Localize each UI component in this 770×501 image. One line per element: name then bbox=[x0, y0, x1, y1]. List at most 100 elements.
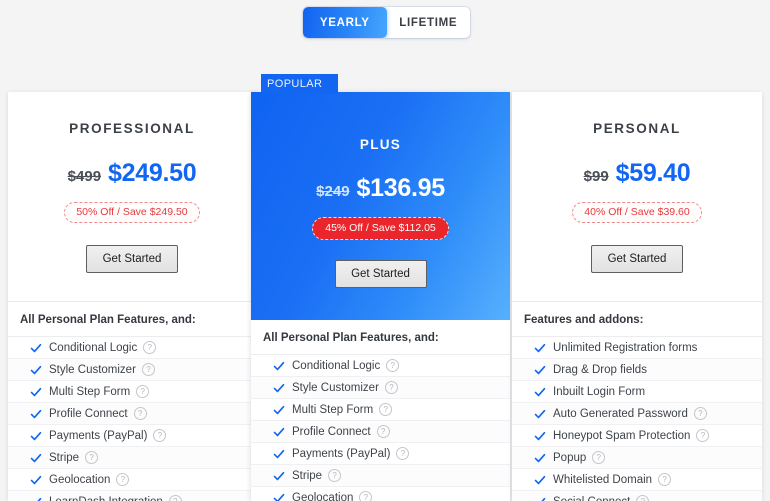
help-icon[interactable]: ? bbox=[396, 447, 410, 460]
plan-price-plus: $249 $136.95 bbox=[251, 174, 510, 203]
help-icon[interactable]: ? bbox=[592, 451, 606, 464]
save-badge-plus: 45% Off / Save $112.05 bbox=[312, 217, 449, 240]
check-icon bbox=[540, 497, 546, 501]
help-icon[interactable]: ? bbox=[696, 429, 710, 442]
price-original-plus: $249 bbox=[316, 183, 350, 200]
features-list-plus: Conditional Logic? Style Customizer? Multi… bbox=[251, 355, 510, 501]
check-icon bbox=[273, 361, 285, 370]
check-icon bbox=[273, 427, 285, 436]
price-current-plus: $136.95 bbox=[356, 174, 446, 202]
feature-row: Drag & Drop fields bbox=[512, 359, 762, 381]
feature-row: Payments (PayPal)? bbox=[251, 443, 510, 465]
billing-period-toggle[interactable]: YEARLY LIFETIME bbox=[303, 7, 470, 38]
feature-label: Multi Step Form bbox=[292, 403, 374, 416]
tab-yearly[interactable]: YEARLY bbox=[303, 7, 387, 38]
feature-row: Popup? bbox=[512, 447, 762, 469]
check-icon bbox=[30, 365, 42, 374]
help-icon[interactable]: ? bbox=[379, 403, 393, 416]
check-icon bbox=[534, 475, 546, 484]
feature-label: Payments (PayPal) bbox=[49, 429, 148, 442]
help-icon[interactable]: ? bbox=[153, 429, 167, 442]
plan-price-professional: $499 $249.50 bbox=[8, 159, 256, 188]
save-badge-professional: 50% Off / Save $249.50 bbox=[64, 202, 200, 223]
plan-header-plus: PLUS $249 $136.95 45% Off / Save $112.05… bbox=[251, 92, 510, 320]
feature-row: Social Connect? bbox=[512, 491, 762, 501]
plan-header-personal: PERSONAL $99 $59.40 40% Off / Save $39.6… bbox=[512, 92, 762, 302]
feature-row: Auto Generated Password? bbox=[512, 403, 762, 425]
features-list-personal: Unlimited Registration forms Drag & Drop … bbox=[512, 337, 762, 501]
help-icon[interactable]: ? bbox=[136, 385, 150, 398]
check-icon bbox=[534, 387, 546, 396]
help-icon[interactable]: ? bbox=[658, 473, 672, 486]
features-heading-plus: All Personal Plan Features, and: bbox=[251, 320, 510, 355]
feature-row: Style Customizer? bbox=[251, 377, 510, 399]
feature-row: Unlimited Registration forms bbox=[512, 337, 762, 359]
check-icon bbox=[30, 453, 42, 462]
feature-row: Payments (PayPal)? bbox=[8, 425, 256, 447]
help-icon[interactable]: ? bbox=[143, 341, 157, 354]
check-icon bbox=[273, 383, 285, 392]
check-icon bbox=[30, 475, 42, 484]
plan-name-professional: PROFESSIONAL bbox=[69, 121, 195, 136]
plan-card-personal: PERSONAL $99 $59.40 40% Off / Save $39.6… bbox=[512, 92, 762, 501]
plan-name-personal: PERSONAL bbox=[593, 121, 681, 136]
help-icon[interactable]: ? bbox=[168, 495, 182, 501]
feature-label: Drag & Drop fields bbox=[553, 363, 647, 376]
tab-yearly-label: YEARLY bbox=[319, 16, 370, 29]
feature-label: Auto Generated Password bbox=[553, 407, 688, 420]
plan-price-personal: $99 $59.40 bbox=[512, 159, 762, 188]
feature-row: Profile Connect? bbox=[8, 403, 256, 425]
help-icon[interactable]: ? bbox=[376, 425, 390, 438]
feature-label: Style Customizer bbox=[292, 381, 379, 394]
check-icon bbox=[30, 387, 42, 396]
check-icon bbox=[273, 471, 285, 480]
check-icon bbox=[534, 453, 546, 462]
feature-label: Multi Step Form bbox=[49, 385, 131, 398]
price-original-personal: $99 bbox=[583, 168, 609, 185]
feature-label: Whitelisted Domain bbox=[553, 473, 653, 486]
help-icon[interactable]: ? bbox=[116, 473, 130, 486]
feature-label: Profile Connect bbox=[292, 425, 371, 438]
check-icon bbox=[534, 365, 546, 374]
feature-label: Stripe bbox=[292, 469, 323, 482]
feature-label: Style Customizer bbox=[49, 363, 136, 376]
get-started-button-plus[interactable]: Get Started bbox=[334, 260, 427, 288]
feature-row: Conditional Logic? bbox=[8, 337, 256, 359]
feature-row: LearnDash Integration? bbox=[8, 491, 256, 501]
feature-label: LearnDash Integration bbox=[49, 496, 163, 501]
features-heading-personal: Features and addons: bbox=[512, 302, 762, 337]
tab-lifetime[interactable]: LIFETIME bbox=[387, 7, 471, 38]
price-original-professional: $499 bbox=[67, 168, 102, 185]
feature-label: Unlimited Registration forms bbox=[553, 341, 698, 354]
feature-row: Stripe? bbox=[8, 447, 256, 469]
help-icon[interactable]: ? bbox=[359, 491, 373, 501]
pricing-cards: POPULAR PROFESSIONAL $499 $249.50 50% Of… bbox=[0, 74, 770, 501]
help-icon[interactable]: ? bbox=[693, 407, 707, 420]
price-current-professional: $249.50 bbox=[108, 159, 197, 187]
check-icon bbox=[273, 449, 285, 458]
help-icon[interactable]: ? bbox=[85, 451, 99, 464]
feature-label: Honeypot Spam Protection bbox=[553, 429, 691, 442]
feature-label: Popup bbox=[553, 451, 587, 464]
feature-label: Conditional Logic bbox=[49, 341, 138, 354]
help-icon[interactable]: ? bbox=[328, 469, 342, 482]
help-icon[interactable]: ? bbox=[386, 359, 400, 372]
popular-ribbon: POPULAR bbox=[261, 74, 338, 93]
help-icon[interactable]: ? bbox=[636, 495, 650, 501]
help-icon[interactable]: ? bbox=[133, 407, 147, 420]
check-icon bbox=[534, 431, 546, 440]
check-icon bbox=[30, 343, 42, 352]
feature-label: Stripe bbox=[49, 451, 80, 464]
plan-card-plus: PLUS $249 $136.95 45% Off / Save $112.05… bbox=[251, 92, 510, 501]
check-icon bbox=[30, 431, 42, 440]
popular-ribbon-label: POPULAR bbox=[267, 77, 323, 90]
feature-label: Social Connect bbox=[553, 496, 630, 501]
feature-row: Style Customizer? bbox=[8, 359, 256, 381]
get-started-button-professional[interactable]: Get Started bbox=[86, 245, 178, 273]
plan-card-professional: PROFESSIONAL $499 $249.50 50% Off / Save… bbox=[8, 92, 256, 501]
help-icon[interactable]: ? bbox=[384, 381, 398, 394]
features-heading-professional: All Personal Plan Features, and: bbox=[8, 302, 256, 337]
plan-name-plus: PLUS bbox=[359, 137, 402, 152]
help-icon[interactable]: ? bbox=[141, 363, 155, 376]
get-started-button-personal[interactable]: Get Started bbox=[591, 245, 683, 273]
